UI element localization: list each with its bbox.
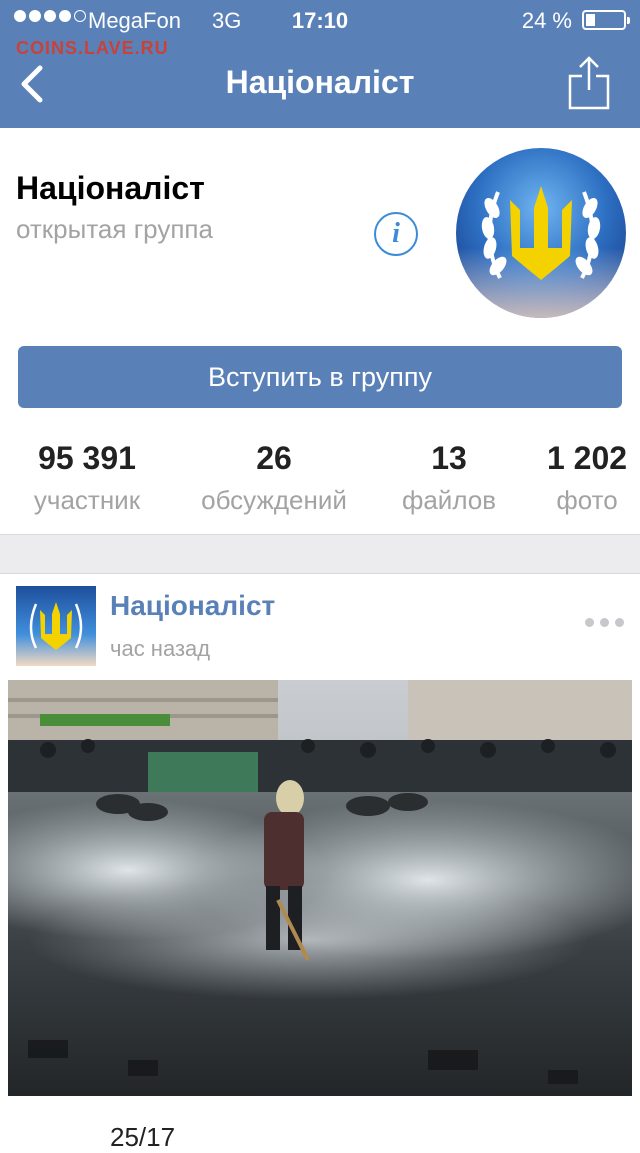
section-divider (0, 534, 640, 574)
trident-emblem-icon (456, 148, 626, 318)
stat-photos[interactable]: 1 202 фото (536, 440, 638, 516)
more-options-icon[interactable] (585, 618, 624, 627)
top-header: MegaFon 3G 17:10 24 % COINS.LAVE.RU Наці… (0, 0, 640, 128)
group-name: Націоналіст (16, 170, 205, 206)
share-icon[interactable] (568, 54, 610, 110)
stat-value: 95 391 (38, 440, 136, 476)
stat-members[interactable]: 95 391 участник (22, 440, 152, 516)
battery-percent: 24 % (521, 8, 572, 33)
post-image (8, 680, 632, 1096)
status-bar: MegaFon 3G 17:10 24 % (0, 0, 640, 40)
battery-icon (582, 10, 630, 30)
page-title: Націоналіст (225, 64, 415, 100)
join-group-button[interactable]: Вступить в группу (18, 346, 622, 408)
stat-label: файлов (401, 485, 497, 515)
post-text: 25/17 (110, 1122, 176, 1152)
stat-label: участник (33, 485, 141, 515)
post-author-name[interactable]: Націоналіст (110, 590, 275, 622)
stat-label: обсуждений (201, 485, 347, 515)
post-timestamp: час назад (110, 636, 211, 661)
stat-label: фото (556, 485, 618, 515)
info-icon[interactable]: i (374, 212, 418, 256)
stat-value: 13 (431, 440, 467, 476)
post-author-avatar[interactable] (16, 586, 96, 666)
stat-value: 1 202 (546, 440, 628, 476)
stat-value: 26 (256, 440, 292, 476)
watermark-text: COINS.LAVE.RU (16, 38, 169, 58)
trident-emblem-icon (16, 586, 96, 666)
post-photo[interactable] (8, 680, 632, 1096)
stat-discussions[interactable]: 26 обсуждений (186, 440, 362, 516)
group-avatar[interactable] (456, 148, 626, 318)
group-type-label: открытая группа (16, 214, 213, 244)
stat-files[interactable]: 13 файлов (390, 440, 508, 516)
